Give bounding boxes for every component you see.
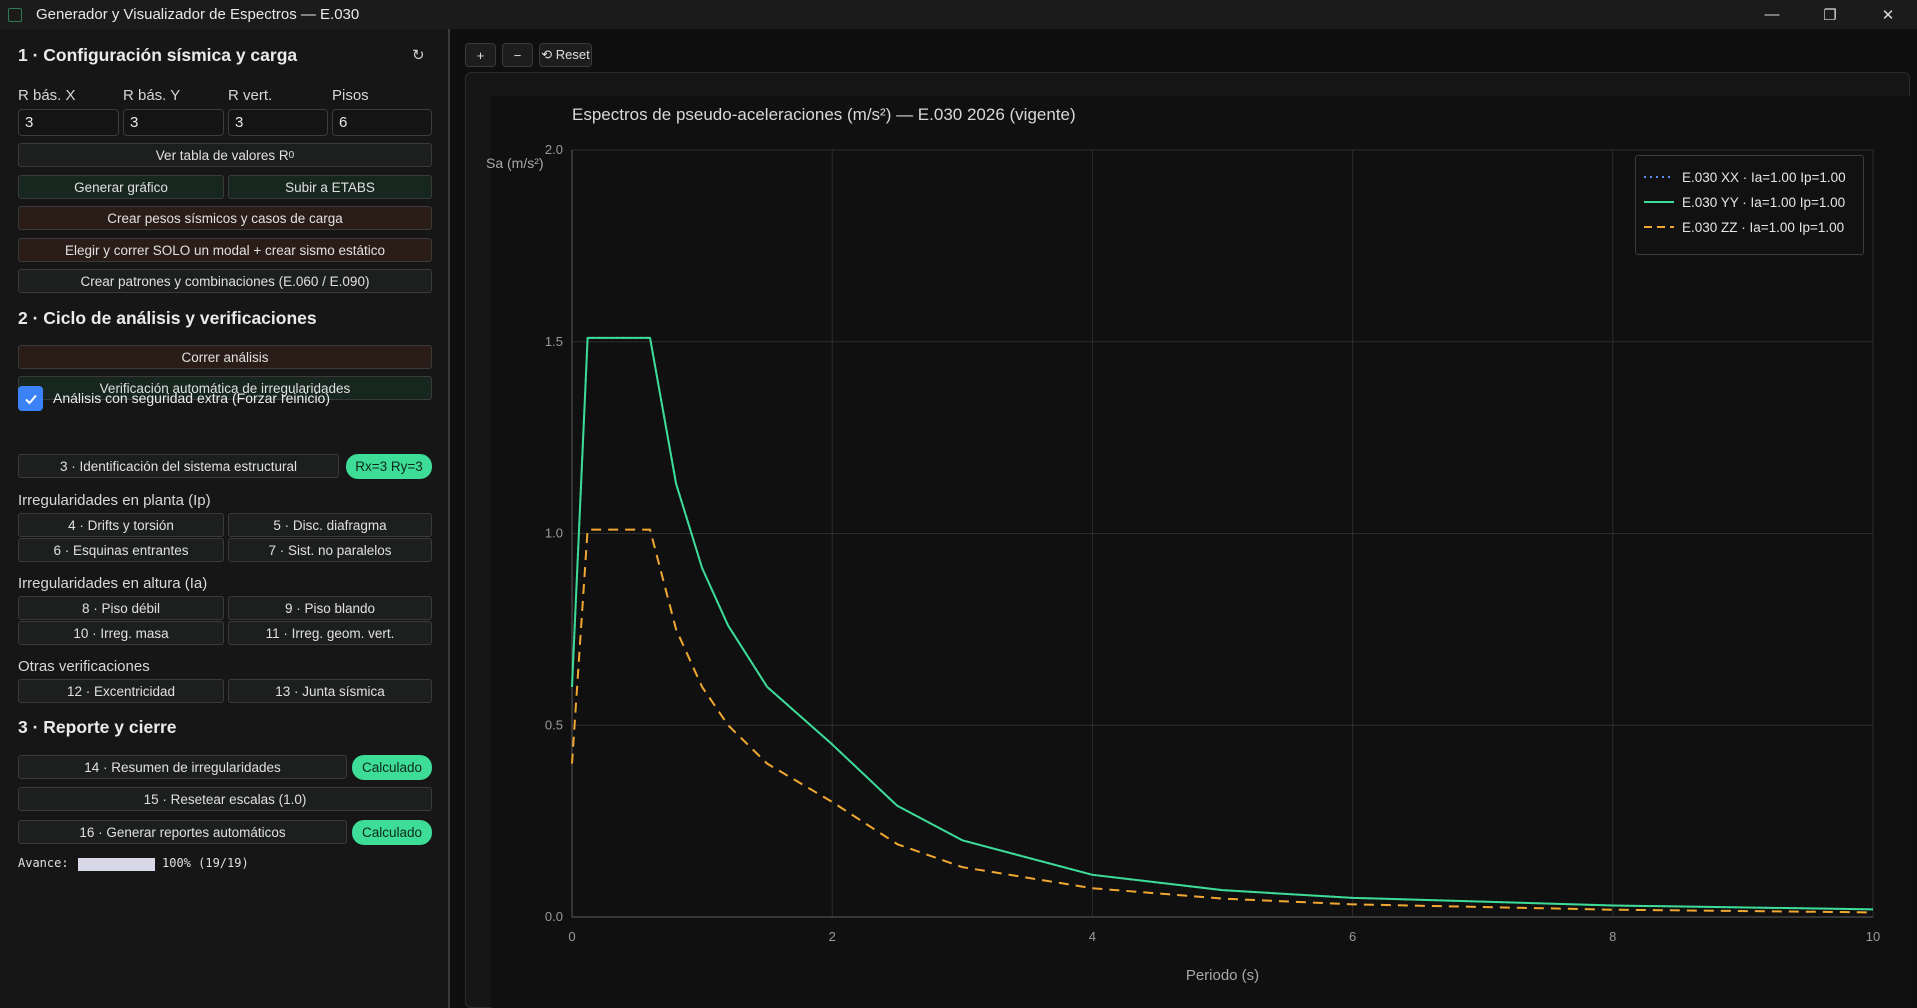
x-tick-label: 0	[568, 929, 575, 944]
legend-label-xx: E.030 XX · Ia=1.00 Ip=1.00	[1682, 169, 1846, 185]
series-line-yy	[571, 336, 1874, 911]
y-tick-label: 1.0	[545, 526, 563, 541]
legend-entry-zz[interactable]: E.030 ZZ · Ia=1.00 Ip=1.00	[1644, 217, 1844, 237]
y-tick-label: 2.0	[545, 142, 563, 157]
series-line-xx	[571, 336, 1874, 911]
y-tick-label: 1.5	[545, 334, 563, 349]
x-tick-label: 4	[1089, 929, 1096, 944]
y-tick-label: 0.0	[545, 909, 563, 924]
x-tick-label: 2	[829, 929, 836, 944]
legend-label-zz: E.030 ZZ · Ia=1.00 Ip=1.00	[1682, 219, 1845, 235]
legend-label-yy: E.030 YY · Ia=1.00 Ip=1.00	[1682, 194, 1846, 210]
chart-title: Espectros de pseudo-aceleraciones (m/s²)…	[572, 105, 1076, 124]
x-tick-label: 6	[1349, 929, 1356, 944]
legend-entry-xx[interactable]: E.030 XX · Ia=1.00 Ip=1.00	[1644, 167, 1846, 187]
x-tick-label: 10	[1866, 929, 1880, 944]
x-tick-label: 8	[1609, 929, 1616, 944]
y-tick-label: 0.5	[545, 717, 563, 732]
chart-legend: E.030 XX · Ia=1.00 Ip=1.00 E.030 YY · Ia…	[1635, 155, 1864, 255]
y-axis-label: Sa (m/s²)	[486, 155, 544, 171]
legend-entry-yy[interactable]: E.030 YY · Ia=1.00 Ip=1.00	[1644, 192, 1845, 212]
spectrum-chart[interactable]: 0 2 4 6 8 10 0.0 0.5 1.0 1.5 2.0 Espectros de pseud…	[0, 0, 1917, 1008]
x-axis-label: Periodo (s)	[1186, 967, 1259, 984]
series-line-zz	[571, 528, 1874, 914]
